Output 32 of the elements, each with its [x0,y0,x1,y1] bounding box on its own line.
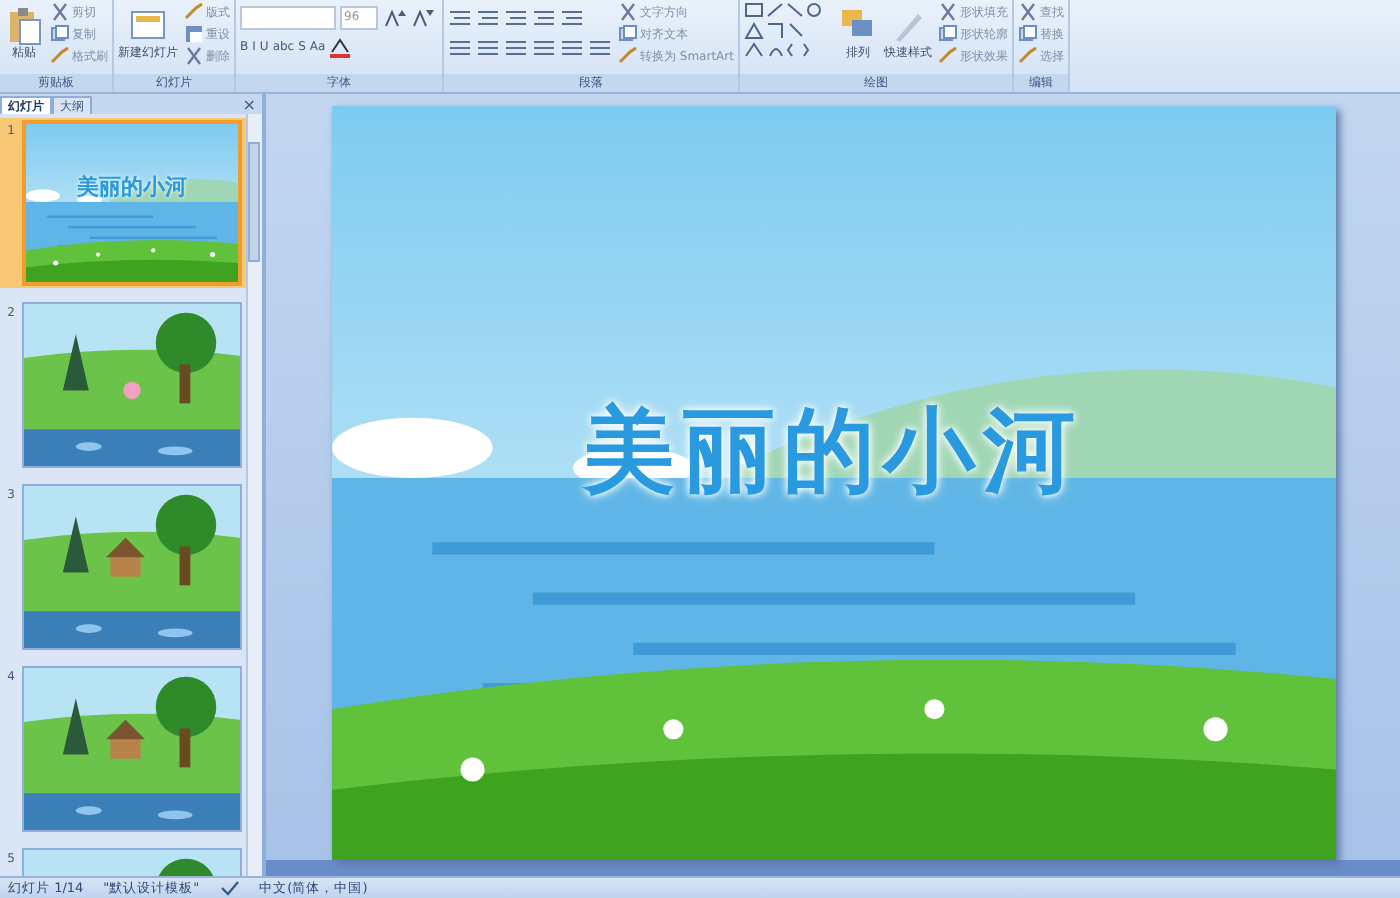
slide-title: 美丽的小河 [580,394,1085,508]
font-color-icon [329,38,350,58]
font-name-field[interactable] [240,6,336,30]
button-icon [618,2,638,22]
paste-icon [4,6,44,46]
list-icon [476,8,500,28]
button-icon [184,46,204,66]
align-icon [448,38,472,58]
list-icon [448,8,472,28]
button-icon [937,46,958,66]
slide-thumbnail[interactable]: 美丽的小河 [22,120,242,286]
shrink-font-icon [410,8,434,28]
button-icon [937,24,958,44]
button-icon [1017,46,1038,66]
align-icon [588,38,612,58]
list-icon [532,8,556,28]
button-icon [937,2,958,22]
list-icon [504,8,528,28]
list-icon [560,8,584,28]
grow-font-icon [382,8,406,28]
align-icon [532,38,556,58]
button-icon [50,2,70,22]
scrollbar[interactable] [246,114,262,876]
align-icon [476,38,500,58]
button-icon [1017,24,1038,44]
spell-check-icon [219,880,240,896]
align-icon [504,38,528,58]
button-icon [1017,2,1038,22]
close-button[interactable]: × [242,96,262,114]
align-icon [560,38,584,58]
slide-title: 美丽的小河 [75,172,189,202]
scroll-thumb[interactable] [248,142,260,262]
